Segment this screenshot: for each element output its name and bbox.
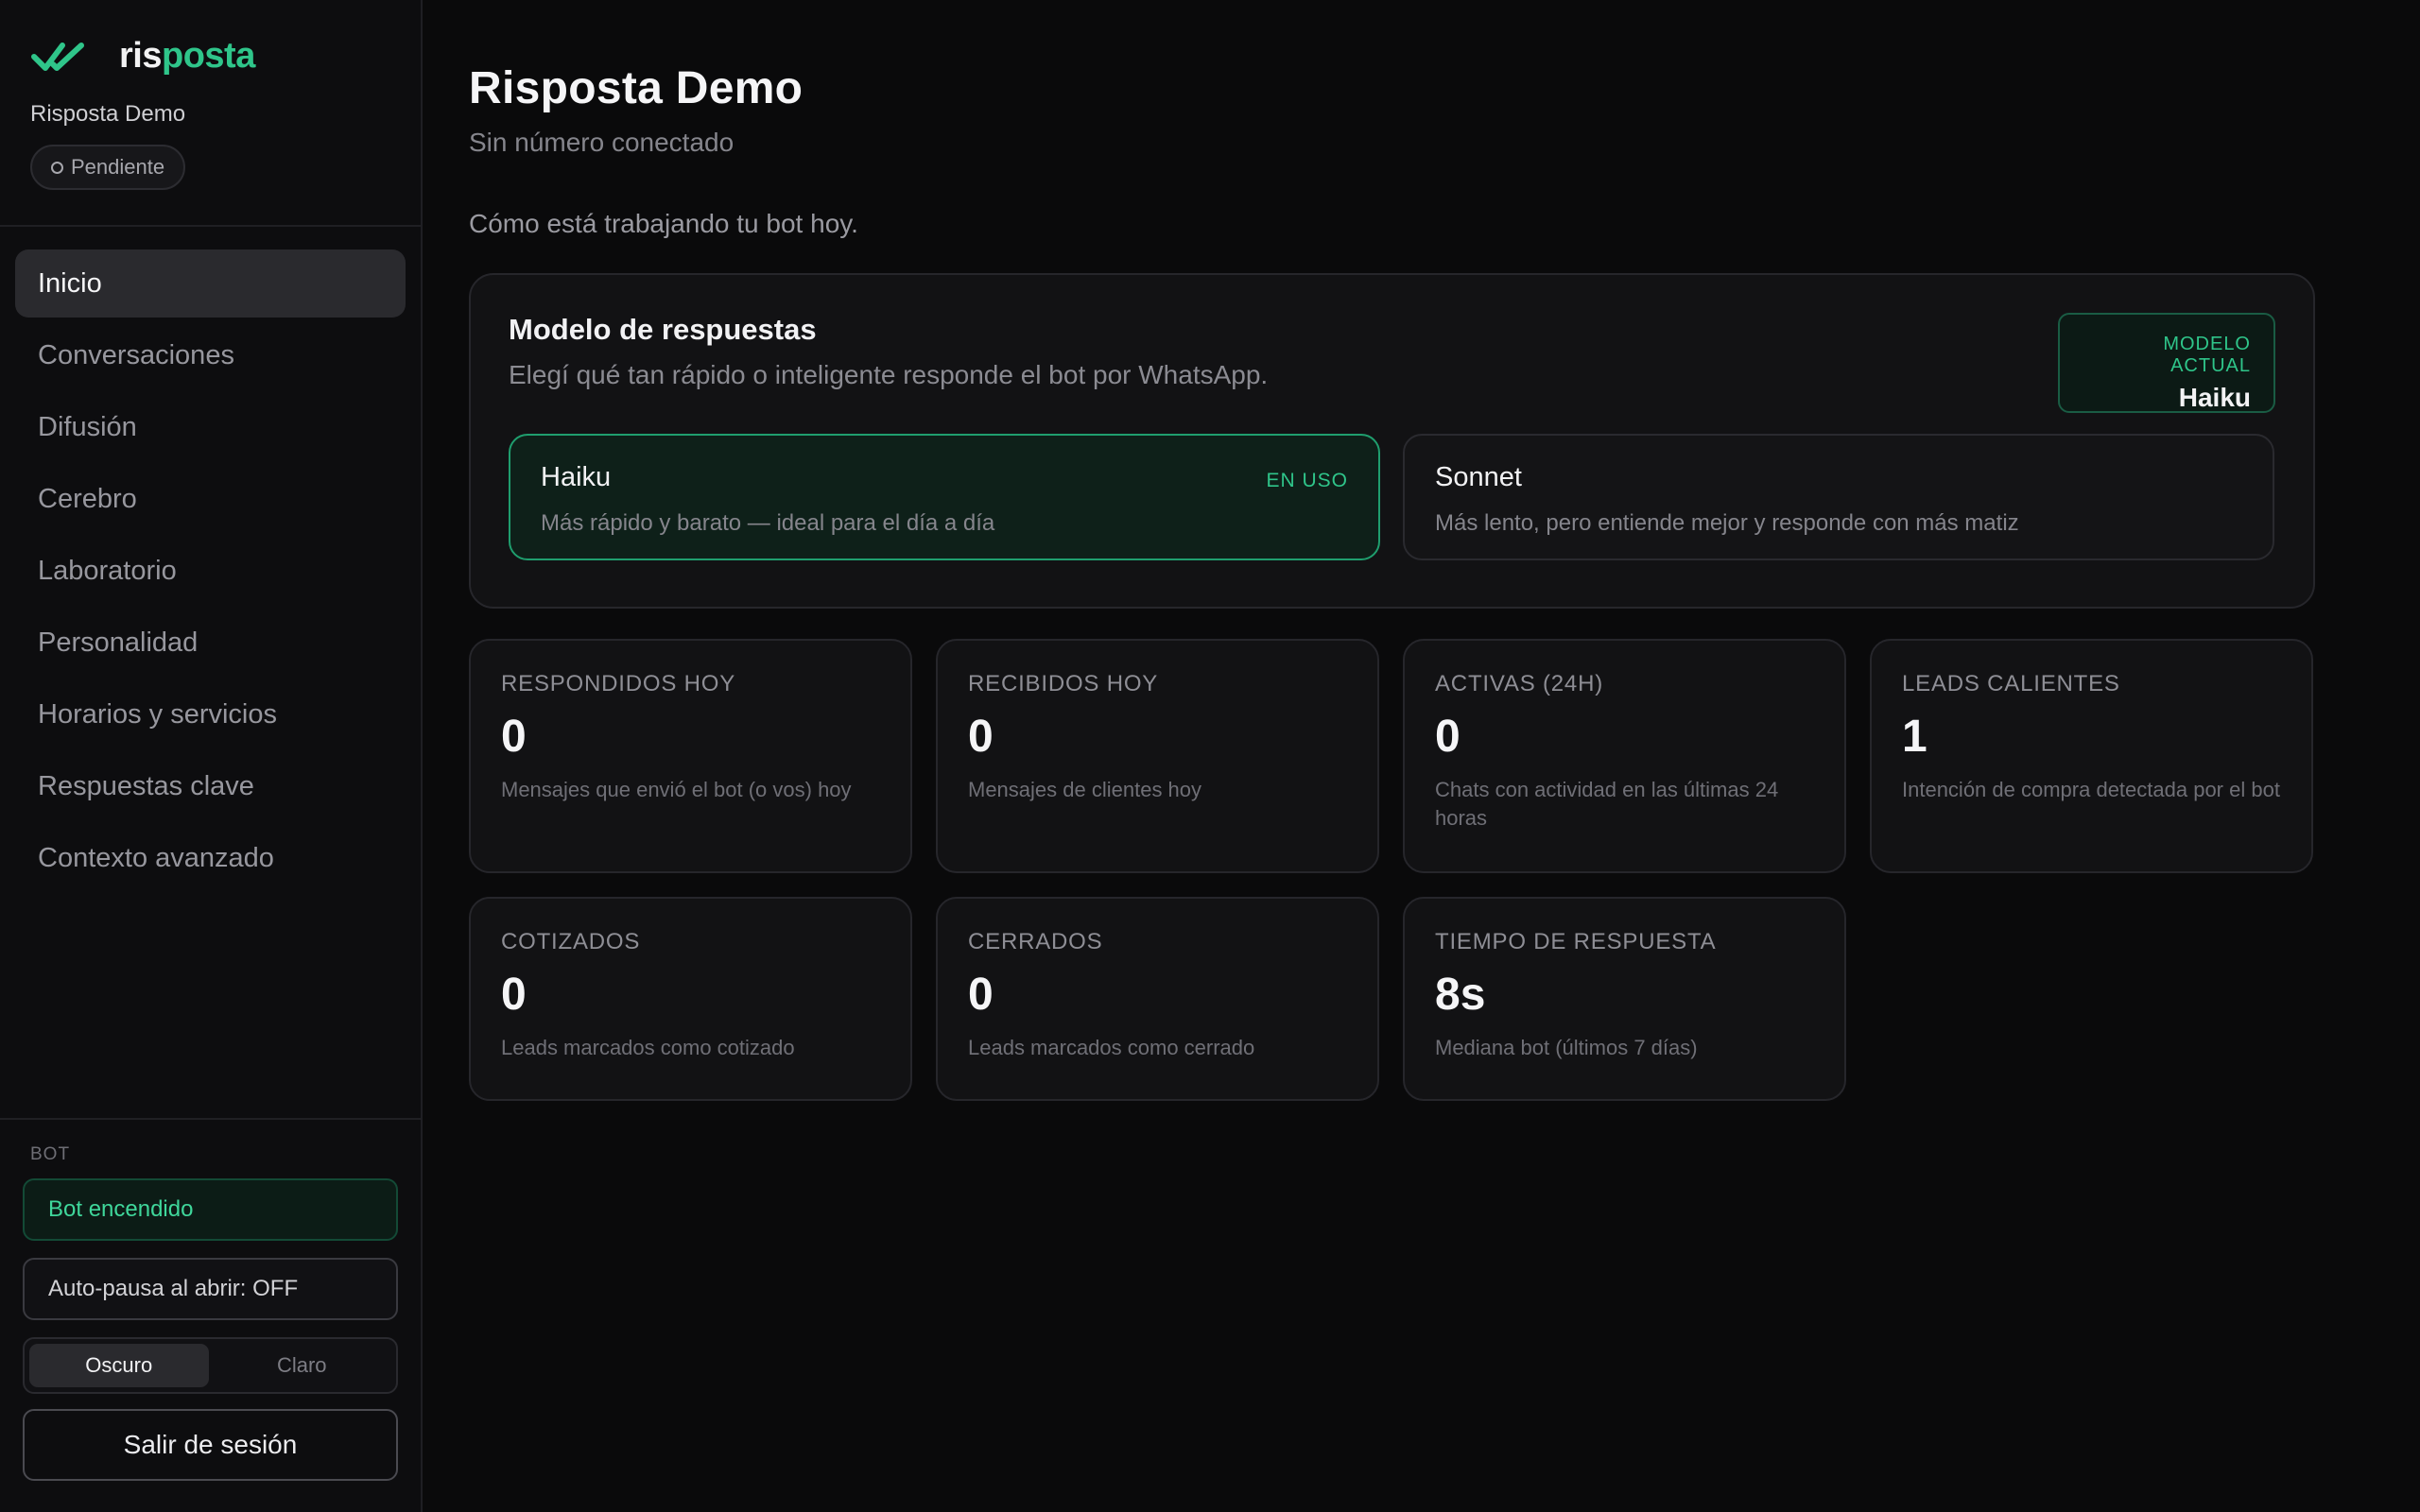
- sidebar: risposta Risposta Demo Pendiente Inicio …: [0, 0, 423, 1512]
- model-card: Modelo de respuestas Elegí qué tan rápid…: [469, 273, 2315, 609]
- sidebar-item-conversaciones[interactable]: Conversaciones: [15, 321, 406, 389]
- brand[interactable]: risposta: [30, 36, 390, 77]
- stat-label: COTIZADOS: [501, 929, 641, 954]
- stat-label: CERRADOS: [968, 929, 1103, 954]
- logout-button[interactable]: Salir de sesión: [23, 1409, 398, 1481]
- brand-block: risposta Risposta Demo Pendiente: [0, 0, 421, 227]
- page-title: Risposta Demo: [469, 63, 804, 113]
- model-option-description: Más lento, pero entiende mejor y respond…: [1435, 510, 2019, 536]
- stats-grid: RESPONDIDOS HOY 0 Mensajes que envió el …: [469, 639, 2420, 1101]
- stat-description: Chats con actividad en las últimas 24 ho…: [1435, 778, 1779, 830]
- bot-controls: BOT Bot encendido Auto-pausa al abrir: O…: [0, 1118, 421, 1512]
- stat-description: Intención de compra detectada por el bot: [1902, 778, 2280, 801]
- double-check-logo-icon: [31, 42, 84, 71]
- stat-card-recibidos: RECIBIDOS HOY 0 Mensajes de clientes hoy: [936, 639, 1379, 873]
- stat-card-tiempo-respuesta: TIEMPO DE RESPUESTA 8s Mediana bot (últi…: [1403, 897, 1846, 1101]
- stat-value: 0: [968, 712, 994, 762]
- sidebar-item-inicio[interactable]: Inicio: [15, 249, 406, 318]
- sidebar-item-difusion[interactable]: Difusión: [15, 393, 406, 461]
- sidebar-item-laboratorio[interactable]: Laboratorio: [15, 537, 406, 605]
- model-option-name: Sonnet: [1435, 462, 1522, 492]
- stat-value: 0: [1435, 712, 1461, 762]
- stat-description: Mensajes que envió el bot (o vos) hoy: [501, 778, 852, 801]
- model-option-haiku[interactable]: Haiku Más rápido y barato — ideal para e…: [509, 434, 1380, 560]
- circle-icon: [51, 161, 63, 174]
- stat-label: TIEMPO DE RESPUESTA: [1435, 929, 1717, 954]
- in-use-badge: EN USO: [1266, 470, 1348, 491]
- bot-toggle-button[interactable]: Bot encendido: [23, 1178, 398, 1241]
- brand-name-part2: posta: [161, 36, 255, 76]
- theme-light-option[interactable]: Claro: [213, 1344, 392, 1387]
- stat-description: Mensajes de clientes hoy: [968, 778, 1202, 801]
- app-shell: risposta Risposta Demo Pendiente Inicio …: [0, 0, 2420, 1512]
- auto-pause-toggle-button[interactable]: Auto-pausa al abrir: OFF: [23, 1258, 398, 1320]
- stat-label: RECIBIDOS HOY: [968, 671, 1159, 696]
- stat-label: RESPONDIDOS HOY: [501, 671, 736, 696]
- stat-card-cerrados: CERRADOS 0 Leads marcados como cerrado: [936, 897, 1379, 1101]
- model-options: Haiku Más rápido y barato — ideal para e…: [509, 434, 2275, 560]
- current-model-value: Haiku: [2178, 383, 2251, 412]
- sidebar-item-horarios[interactable]: Horarios y servicios: [15, 680, 406, 748]
- theme-toggle: Oscuro Claro: [23, 1337, 398, 1394]
- model-card-title: Modelo de respuestas: [509, 313, 817, 346]
- sidebar-item-personalidad[interactable]: Personalidad: [15, 609, 406, 677]
- stat-value: 8s: [1435, 970, 1486, 1020]
- stat-card-leads-calientes: LEADS CALIENTES 1 Intención de compra de…: [1870, 639, 2313, 873]
- sidebar-item-contexto-avanzado[interactable]: Contexto avanzado: [15, 824, 406, 892]
- stat-value: 0: [968, 970, 994, 1020]
- sidebar-nav: Inicio Conversaciones Difusión Cerebro L…: [0, 227, 421, 915]
- stat-value: 0: [501, 712, 527, 762]
- sidebar-item-cerebro[interactable]: Cerebro: [15, 465, 406, 533]
- current-model-label: MODELO ACTUAL: [2163, 334, 2251, 376]
- page-lead: Cómo está trabajando tu bot hoy.: [469, 209, 858, 238]
- stat-description: Mediana bot (últimos 7 días): [1435, 1036, 1698, 1059]
- stat-card-activas: ACTIVAS (24H) 0 Chats con actividad en l…: [1403, 639, 1846, 873]
- model-option-sonnet[interactable]: Sonnet Más lento, pero entiende mejor y …: [1403, 434, 2274, 560]
- theme-dark-option[interactable]: Oscuro: [29, 1344, 209, 1387]
- brand-name-part1: ris: [119, 36, 162, 76]
- page-subtitle: Sin número conectado: [469, 128, 735, 157]
- stat-card-cotizados: COTIZADOS 0 Leads marcados como cotizado: [469, 897, 912, 1101]
- stat-value: 1: [1902, 712, 1927, 762]
- model-card-description: Elegí qué tan rápido o inteligente respo…: [509, 360, 1269, 389]
- workspace-name: Risposta Demo: [30, 101, 186, 127]
- stat-label: ACTIVAS (24H): [1435, 671, 1603, 696]
- brand-name: risposta: [119, 36, 255, 77]
- status-badge: Pendiente: [30, 145, 186, 190]
- current-model-badge: MODELO ACTUAL Haiku: [2058, 313, 2275, 413]
- stat-label: LEADS CALIENTES: [1902, 671, 2120, 696]
- stat-description: Leads marcados como cotizado: [501, 1036, 795, 1059]
- model-option-description: Más rápido y barato — ideal para el día …: [541, 510, 995, 536]
- main-content: Risposta Demo Sin número conectado Cómo …: [423, 0, 2420, 1512]
- model-option-name: Haiku: [541, 462, 612, 492]
- status-badge-label: Pendiente: [71, 155, 165, 179]
- sidebar-item-respuestas-clave[interactable]: Respuestas clave: [15, 752, 406, 820]
- stat-description: Leads marcados como cerrado: [968, 1036, 1255, 1059]
- stat-value: 0: [501, 970, 527, 1020]
- stat-card-respondidos: RESPONDIDOS HOY 0 Mensajes que envió el …: [469, 639, 912, 873]
- bot-section-label: BOT: [30, 1144, 71, 1164]
